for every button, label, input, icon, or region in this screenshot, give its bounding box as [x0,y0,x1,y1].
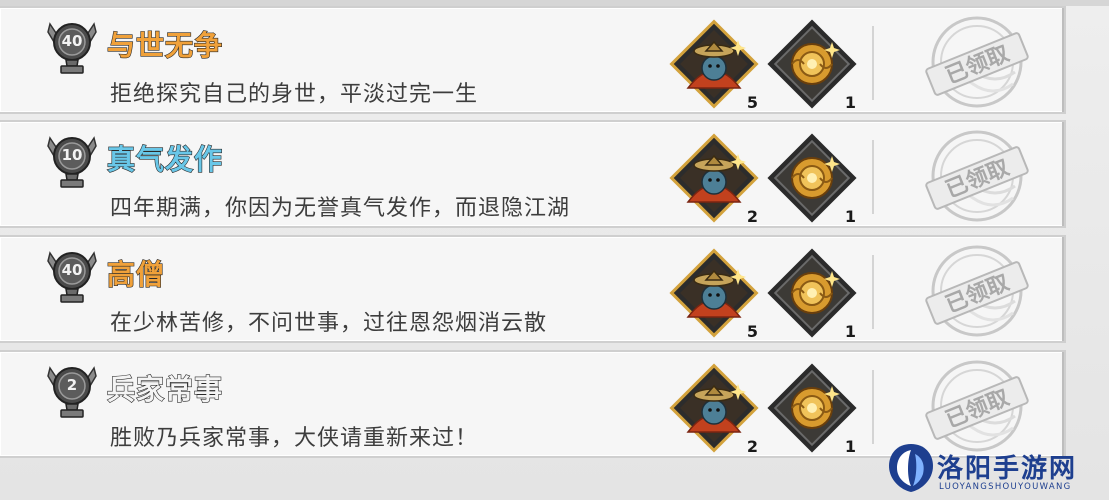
badge-level: 2 [66,376,78,394]
achievement-description: 胜败乃兵家常事，大侠请重新来过！ [110,426,479,451]
achievement-row[interactable]: 40 高僧 在少林苦修，不问世事，过往恩怨烟消云散 5 1 已领取 [0,235,1066,343]
reward-item-orb[interactable]: 1 [766,247,858,341]
trophy-badge-icon: 10 [44,132,100,192]
reward-item-figure[interactable]: 2 [668,362,760,456]
achievement-title: 真气发作 [106,142,224,176]
reward-item-figure[interactable]: 5 [668,18,760,112]
row-divider [872,26,874,100]
reward-count: 2 [746,207,758,226]
watermark-logo-icon [889,444,933,492]
reward-item-orb[interactable]: 1 [766,132,858,226]
achievement-row[interactable]: 10 真气发作 四年期满，你因为无誉真气发作，而退隐江湖 2 1 已领取 [0,120,1066,228]
achievement-description: 拒绝探究自己的身世，平淡过完一生 [110,82,479,107]
reward-item-orb[interactable]: 1 [766,18,858,112]
claimed-stamp-icon: 已领取 [905,241,1035,341]
reward-item-orb[interactable]: 1 [766,362,858,456]
row-divider [872,370,874,444]
achievement-panel: 40 与世无争 拒绝探究自己的身世，平淡过完一生 5 1 已领取 10 真气发作… [0,0,1109,500]
trophy-badge-icon: 2 [44,362,100,422]
reward-count: 1 [844,207,856,226]
trophy-badge-icon: 40 [44,247,100,307]
achievement-description: 四年期满，你因为无誉真气发作，而退隐江湖 [110,196,571,221]
badge-level: 40 [61,261,83,279]
achievement-title: 与世无争 [106,28,224,62]
reward-count: 1 [844,437,856,456]
achievement-title: 高僧 [106,257,166,291]
claimed-stamp-icon: 已领取 [905,12,1035,112]
watermark-en: LUOYANGSHOUYOUWANG [939,482,1072,492]
achievement-description: 在少林苦修，不问世事，过往恩怨烟消云散 [110,311,548,336]
reward-count: 5 [746,322,758,341]
reward-count: 1 [844,322,856,341]
row-divider [872,255,874,329]
watermark-logo: 洛阳手游网 LUOYANGSHOUYOUWANG [885,440,1105,500]
achievement-row[interactable]: 40 与世无争 拒绝探究自己的身世，平淡过完一生 5 1 已领取 [0,6,1066,114]
reward-count: 2 [746,437,758,456]
reward-item-figure[interactable]: 2 [668,132,760,226]
badge-level: 40 [61,32,83,50]
achievement-title: 兵家常事 [106,372,224,406]
reward-count: 1 [844,93,856,112]
reward-count: 5 [746,93,758,112]
badge-level: 10 [61,146,83,164]
row-divider [872,140,874,214]
trophy-badge-icon: 40 [44,18,100,78]
watermark-cn: 洛阳手游网 [937,454,1078,484]
claimed-stamp-icon: 已领取 [905,126,1035,226]
reward-item-figure[interactable]: 5 [668,247,760,341]
